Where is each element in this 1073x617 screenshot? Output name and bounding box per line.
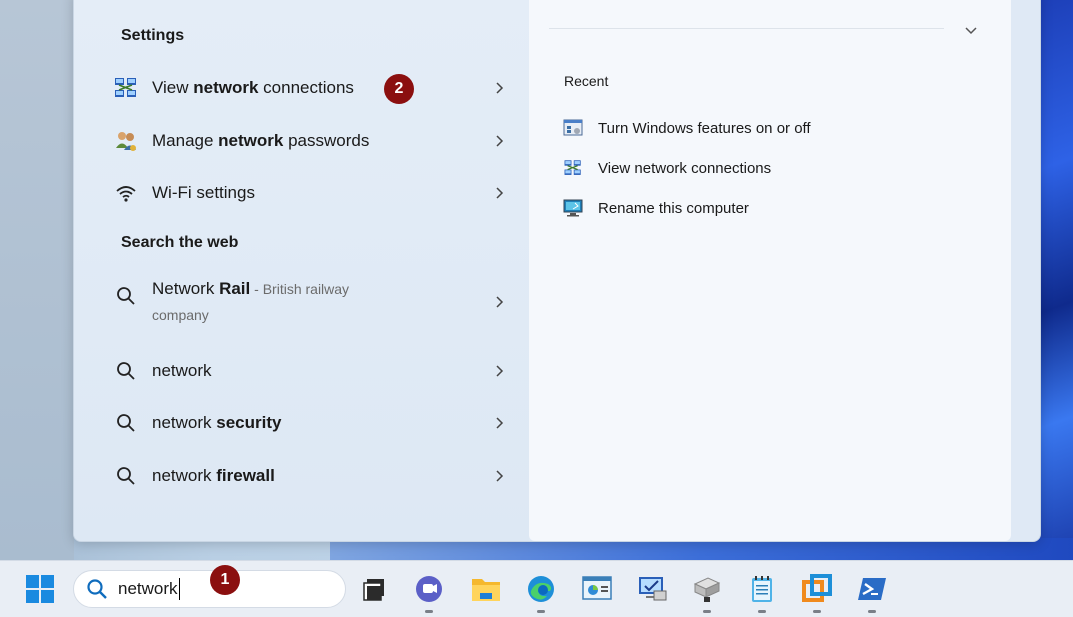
- chevron-right-icon: [496, 135, 504, 147]
- running-indicator: [868, 610, 876, 613]
- running-indicator: [425, 610, 433, 613]
- vmware-icon[interactable]: [800, 572, 834, 613]
- search-icon: [112, 357, 140, 385]
- recent-title: Recent: [564, 73, 609, 89]
- edge-icon[interactable]: [524, 572, 558, 613]
- result-label: View network connections: [152, 78, 354, 97]
- text-caret: [178, 578, 180, 600]
- web-result-network[interactable]: network: [112, 351, 507, 391]
- search-icon: [87, 579, 107, 599]
- windows-features-icon: [562, 117, 584, 139]
- computer-icon: [562, 197, 584, 219]
- running-indicator: [703, 610, 711, 613]
- web-result-network-rail[interactable]: Network Rail - British railway company: [112, 276, 507, 328]
- teams-icon[interactable]: [412, 572, 446, 613]
- desktop-wallpaper-left: [0, 0, 74, 560]
- search-icon: [112, 282, 140, 310]
- recent-item-label: Turn Windows features on or off: [598, 119, 811, 137]
- recent-item-label: View network connections: [598, 159, 772, 177]
- start-icon[interactable]: [23, 572, 57, 606]
- result-label: Network Rail - British railway company: [152, 279, 350, 323]
- web-result-network-firewall[interactable]: network firewall: [112, 456, 507, 496]
- network-drive-icon[interactable]: [690, 572, 724, 613]
- taskbar: network 1: [0, 560, 1073, 617]
- chevron-right-icon: [496, 187, 504, 199]
- result-manage-network-passwords[interactable]: Manage network passwords: [112, 121, 507, 161]
- recent-item-view-network-connections[interactable]: View network connections: [562, 153, 771, 183]
- recent-item-label: Rename this computer: [598, 199, 749, 217]
- search-icon: [112, 409, 140, 437]
- running-indicator: [758, 610, 766, 613]
- preview-pane: Recent Turn Windows features on or off V…: [529, 0, 1011, 541]
- divider: [549, 28, 944, 29]
- step-badge-1: 1: [210, 565, 240, 595]
- chevron-down-icon[interactable]: [963, 22, 979, 38]
- wifi-icon: [112, 179, 140, 207]
- control-panel-icon[interactable]: [580, 572, 614, 606]
- running-indicator: [813, 610, 821, 613]
- running-indicator: [537, 610, 545, 613]
- taskbar-search-input[interactable]: network: [118, 579, 178, 599]
- users-key-icon: [112, 127, 140, 155]
- result-label: Manage network passwords: [152, 131, 370, 150]
- settings-section-title: Settings: [121, 27, 185, 44]
- network-connections-icon: [112, 74, 140, 102]
- search-results-panel: Settings View network connections 2 Mana…: [73, 0, 1041, 542]
- web-result-network-security[interactable]: network security: [112, 403, 507, 443]
- result-view-network-connections[interactable]: View network connections: [112, 68, 507, 108]
- search-icon: [112, 462, 140, 490]
- network-connections-icon: [562, 157, 584, 179]
- chevron-right-icon: [496, 82, 504, 94]
- result-label: Wi-Fi settings: [152, 183, 255, 202]
- chevron-right-icon: [496, 296, 504, 308]
- powershell-icon[interactable]: [855, 572, 889, 613]
- recent-item-windows-features[interactable]: Turn Windows features on or off: [562, 113, 811, 143]
- result-label: network firewall: [152, 466, 275, 485]
- remote-desktop-icon[interactable]: [635, 572, 669, 606]
- result-wifi-settings[interactable]: Wi-Fi settings: [112, 173, 507, 213]
- chevron-right-icon: [496, 470, 504, 482]
- task-view-icon[interactable]: [357, 572, 391, 606]
- chevron-right-icon: [496, 365, 504, 377]
- results-list-pane: Settings View network connections 2 Mana…: [74, 0, 529, 541]
- notepad-icon[interactable]: [745, 572, 779, 613]
- step-badge-2: 2: [384, 74, 414, 104]
- recent-item-rename-computer[interactable]: Rename this computer: [562, 193, 749, 223]
- chevron-right-icon: [496, 417, 504, 429]
- result-label: network: [152, 361, 212, 380]
- result-label: network security: [152, 413, 282, 432]
- file-explorer-icon[interactable]: [469, 572, 503, 606]
- search-web-section-title: Search the web: [121, 234, 239, 251]
